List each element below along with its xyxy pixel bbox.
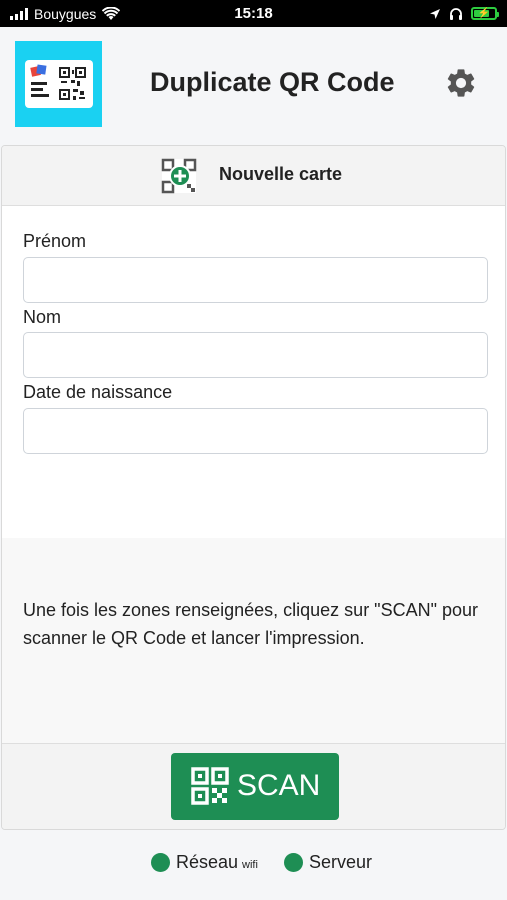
app-header: Duplicate QR Code: [0, 27, 507, 144]
first-name-field[interactable]: [23, 257, 488, 303]
card-header: Nouvelle carte: [2, 146, 505, 206]
server-status-dot: [284, 853, 303, 872]
app-title: Duplicate QR Code: [150, 67, 395, 97]
card-footer: SCAN: [2, 743, 505, 829]
birth-date-label: Date de naissance: [23, 382, 173, 402]
qr-code-icon: [191, 767, 229, 805]
server-label: Serveur: [309, 852, 373, 872]
status-footer: Réseau wifi Serveur: [0, 852, 507, 882]
first-name-label: Prénom: [23, 231, 87, 251]
qr-card-logo-icon: [15, 41, 102, 127]
headphones-icon: [450, 8, 462, 20]
new-card-panel: Nouvelle carte Prénom Nom Date de naissa…: [1, 145, 506, 830]
last-name-label: Nom: [23, 307, 62, 327]
network-status-dot: [151, 853, 170, 872]
card-form: Prénom Nom Date de naissance: [2, 207, 505, 538]
network-label: Réseau wifi: [176, 852, 258, 872]
add-qr-icon: [161, 158, 197, 194]
status-right: ⚡: [429, 0, 499, 27]
last-name-field[interactable]: [23, 332, 488, 378]
info-area: Une fois les zones renseignées, cliquez …: [2, 538, 505, 743]
network-type-label: wifi: [242, 859, 258, 871]
instructions-text: Une fois les zones renseignées, cliquez …: [23, 600, 479, 648]
scan-button[interactable]: SCAN: [171, 753, 339, 820]
scan-label: SCAN: [237, 769, 321, 802]
location-icon: [430, 8, 440, 19]
birth-date-field[interactable]: [23, 408, 488, 454]
card-title: Nouvelle carte: [219, 164, 343, 184]
server-indicator: Serveur: [284, 852, 372, 873]
network-indicator: Réseau wifi: [151, 852, 258, 873]
battery-charging-icon: ⚡: [471, 7, 499, 20]
status-bar: Bouygues 15:18 ⚡: [0, 0, 507, 27]
gear-icon[interactable]: [444, 66, 478, 100]
